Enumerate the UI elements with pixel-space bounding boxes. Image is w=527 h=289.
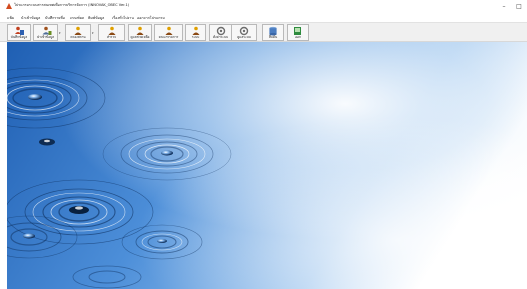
- toolbar-survey-label: สำรวจ: [106, 35, 117, 39]
- minimize-button[interactable]: –: [499, 2, 509, 11]
- menu-general[interactable]: เรื่องทั่วไปงาน: [112, 15, 134, 21]
- toolbar-search-label: สืบค้น: [268, 35, 278, 39]
- menu-import[interactable]: นำเข้าข้อมูล: [21, 15, 40, 21]
- toolbar-import-button[interactable]: นำเข้าข้อมูล: [33, 24, 58, 41]
- toolbar-settings-button[interactable]: ตั้งค่าระบบ: [209, 24, 232, 41]
- water-ripples-image: [7, 42, 527, 289]
- toolbar-exit-button[interactable]: ออก: [287, 24, 309, 41]
- title-bar: โปรแกรมระบบสารสนเทศเพื่อการบริหารจัดการ …: [0, 0, 527, 14]
- toolbar-admin-label: ดูแลระบบ: [237, 35, 251, 39]
- window-title: โปรแกรมระบบสารสนเทศเพื่อการบริหารจัดการ …: [14, 3, 130, 7]
- toolbar-record-label: บันทึกข้อมูล: [10, 35, 28, 39]
- toolbar-settings-label: ตั้งค่าระบบ: [212, 35, 229, 39]
- menu-criteria[interactable]: เกณฑ์ผล: [70, 15, 84, 21]
- toolbar-help-button[interactable]: ดูแลช่วยเหลือ: [128, 24, 152, 41]
- toolbar-committee-button[interactable]: คณะกรรมการ: [154, 24, 183, 41]
- toolbar-import-label: นำเข้าข้อมูล: [36, 35, 55, 39]
- toolbar-search-button[interactable]: สืบค้น: [262, 24, 284, 41]
- toolbar-help-label: ดูแลช่วยเหลือ: [130, 35, 150, 39]
- menu-file[interactable]: แฟ้ม: [7, 15, 14, 21]
- staff-dropdown-icon[interactable]: ▾: [92, 31, 94, 35]
- menu-record[interactable]: บันทึกรายชื่อ: [45, 15, 65, 21]
- toolbar-system-label: ระบบ: [191, 35, 200, 39]
- menu-print[interactable]: พิมพ์ข้อมูล: [88, 15, 104, 21]
- toolbar-staff-button[interactable]: ครองสถาน: [65, 24, 91, 41]
- import-dropdown-icon[interactable]: ▾: [59, 31, 61, 35]
- toolbar-committee-label: คณะกรรมการ: [158, 35, 179, 39]
- toolbar-survey-button[interactable]: สำรวจ: [98, 24, 125, 41]
- toolbar-admin-button[interactable]: ดูแลระบบ: [231, 24, 257, 41]
- toolbar-record-button[interactable]: บันทึกข้อมูล: [7, 24, 31, 41]
- toolbar-staff-label: ครองสถาน: [70, 35, 86, 39]
- app-logo-icon: [6, 3, 12, 9]
- workspace-background: [7, 42, 527, 289]
- menu-bar: แฟ้ม นำเข้าข้อมูล บันทึกรายชื่อ เกณฑ์ผล …: [0, 14, 527, 22]
- toolbar-exit-label: ออก: [295, 35, 301, 39]
- maximize-button[interactable]: □: [514, 2, 524, 11]
- toolbar-system-button[interactable]: ระบบ: [185, 24, 206, 41]
- toolbar: บันทึกข้อมูล นำเข้าข้อมูล ▾ ครองสถาน ▾ ส…: [0, 22, 527, 42]
- menu-exit[interactable]: ออกจากโปรแกรม: [137, 15, 165, 21]
